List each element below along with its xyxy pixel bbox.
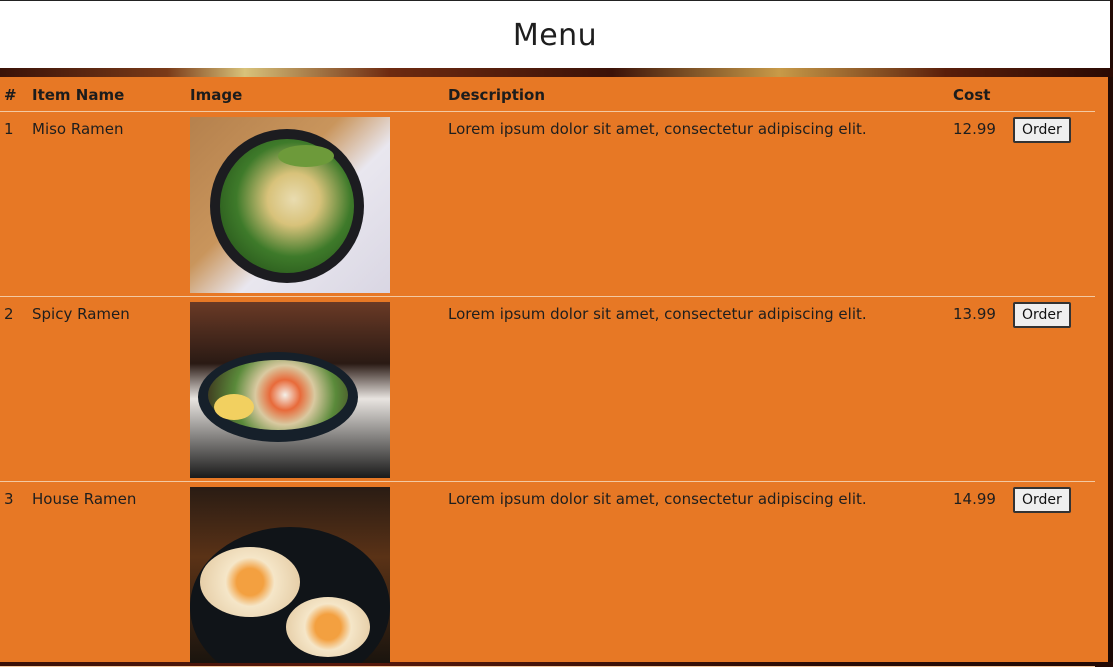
item-name: Spicy Ramen	[32, 305, 130, 323]
item-description: Lorem ipsum dolor sit amet, consectetur …	[448, 120, 867, 138]
spicy-ramen-image	[190, 302, 390, 478]
order-button[interactable]: Order	[1013, 302, 1071, 328]
column-header-image: Image	[190, 77, 448, 112]
item-name: Miso Ramen	[32, 120, 124, 138]
order-button[interactable]: Order	[1013, 117, 1071, 143]
column-header-item-name: Item Name	[32, 77, 190, 112]
column-header-action	[1013, 77, 1095, 112]
column-header-number: #	[0, 77, 32, 112]
page-header: Menu	[0, 0, 1110, 69]
row-number: 1	[4, 120, 14, 138]
background-photo-strip	[0, 68, 1113, 77]
column-header-cost: Cost	[953, 77, 1013, 112]
menu-panel: # Item Name Image Description Cost 1 Mis…	[0, 77, 1108, 667]
order-button[interactable]: Order	[1013, 487, 1071, 513]
miso-ramen-image	[190, 117, 390, 293]
item-cost: 13.99	[953, 305, 996, 323]
table-row: 3 House Ramen Lorem ipsum dolor sit amet…	[0, 481, 1095, 667]
item-description: Lorem ipsum dolor sit amet, consectetur …	[448, 490, 867, 508]
item-name: House Ramen	[32, 490, 137, 508]
menu-table: # Item Name Image Description Cost 1 Mis…	[0, 77, 1095, 667]
item-cost: 12.99	[953, 120, 996, 138]
row-number: 3	[4, 490, 14, 508]
column-header-description: Description	[448, 77, 953, 112]
row-number: 2	[4, 305, 14, 323]
house-ramen-image	[190, 487, 390, 663]
page-title: Menu	[512, 17, 598, 53]
item-description: Lorem ipsum dolor sit amet, consectetur …	[448, 305, 867, 323]
item-cost: 14.99	[953, 490, 996, 508]
table-header-row: # Item Name Image Description Cost	[0, 77, 1095, 112]
table-row: 2 Spicy Ramen Lorem ipsum dolor sit amet…	[0, 296, 1095, 482]
table-row: 1 Miso Ramen Lorem ipsum dolor sit amet,…	[0, 111, 1095, 297]
